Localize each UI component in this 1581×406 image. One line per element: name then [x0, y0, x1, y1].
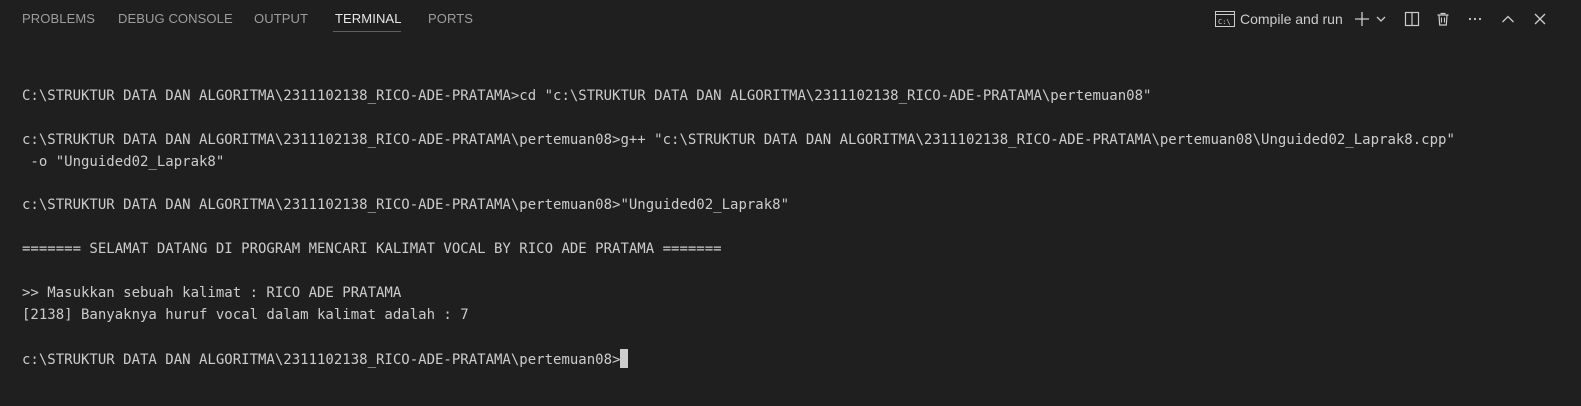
terminal-dropdown-button[interactable] [1374, 8, 1388, 30]
active-tab-indicator [333, 31, 401, 32]
tab-output[interactable]: OUTPUT [254, 0, 308, 34]
ellipsis-icon [1467, 11, 1483, 27]
terminal-line: [2138] Banyaknya huruf vocal dalam kalim… [22, 306, 469, 323]
chevron-up-icon [1500, 11, 1516, 27]
split-editor-icon [1404, 11, 1420, 27]
maximize-panel-button[interactable] [1498, 8, 1518, 30]
terminal-line: C:\STRUKTUR DATA DAN ALGORITMA\231110213… [22, 87, 1152, 104]
close-icon [1532, 11, 1548, 27]
panel-header: PROBLEMS DEBUG CONSOLE OUTPUT TERMINAL P… [0, 0, 1581, 38]
tab-ports[interactable]: PORTS [428, 0, 473, 34]
terminal-cursor [620, 348, 629, 368]
split-terminal-button[interactable] [1402, 8, 1422, 30]
close-panel-button[interactable] [1530, 8, 1550, 30]
tab-problems[interactable]: PROBLEMS [22, 0, 95, 34]
trash-icon [1435, 11, 1451, 27]
terminal-line: ======= SELAMAT DATANG DI PROGRAM MENCAR… [22, 241, 722, 258]
terminal-line: c:\STRUKTUR DATA DAN ALGORITMA\231110213… [22, 348, 1567, 371]
compile-and-run-label: Compile and run [1240, 11, 1343, 27]
kill-terminal-button[interactable] [1433, 8, 1453, 30]
chevron-down-icon [1375, 13, 1387, 25]
terminal-output[interactable]: C:\STRUKTUR DATA DAN ALGORITMA\231110213… [22, 64, 1567, 394]
tab-terminal[interactable]: TERMINAL [335, 0, 402, 34]
terminal-line: -o "Unguided02_Laprak8" [22, 153, 225, 170]
terminal-cmd-icon: C:\ [1215, 11, 1235, 27]
svg-text:C:\: C:\ [1218, 18, 1231, 26]
terminal-line: >> Masukkan sebuah kalimat : RICO ADE PR… [22, 284, 402, 301]
terminal-line: c:\STRUKTUR DATA DAN ALGORITMA\231110213… [22, 197, 790, 214]
compile-and-run-button[interactable]: C:\ Compile and run [1215, 8, 1347, 30]
new-terminal-button[interactable] [1353, 8, 1371, 30]
plus-icon [1354, 11, 1370, 27]
tab-debug-console[interactable]: DEBUG CONSOLE [118, 0, 233, 34]
terminal-line: c:\STRUKTUR DATA DAN ALGORITMA\231110213… [22, 131, 1455, 148]
more-actions-button[interactable] [1465, 8, 1485, 30]
